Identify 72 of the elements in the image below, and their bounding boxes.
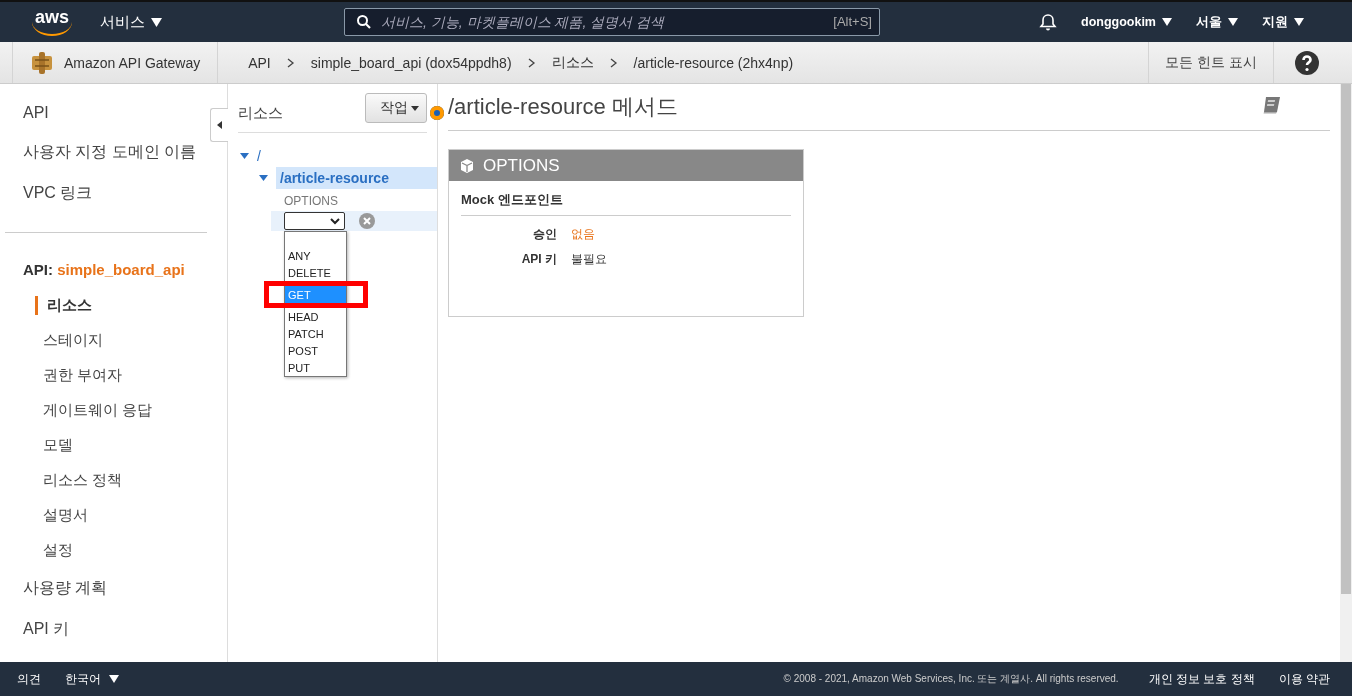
sidebar-link[interactable]: VPC 링크: [0, 173, 116, 214]
field-value: 없음: [571, 226, 595, 243]
api-gateway-icon: [30, 50, 54, 75]
card-subtitle: Mock 엔드포인트: [461, 191, 791, 216]
caret-icon: [1162, 18, 1172, 26]
sidebar-item[interactable]: 게이트웨이 응답: [0, 393, 227, 428]
region-menu[interactable]: 서울: [1196, 13, 1238, 31]
method-select[interactable]: [284, 212, 345, 230]
copyright-text: © 2008 - 2021, Amazon Web Services, Inc. 또는 계열사. All rights reserved.: [783, 672, 1119, 686]
field-label: 승인: [532, 226, 557, 243]
scrollbar[interactable]: [1340, 84, 1352, 662]
breadcrumb-link[interactable]: /article-resource (2hx4np): [633, 54, 794, 71]
cancel-icon[interactable]: [359, 213, 375, 229]
api-name-label: API: simple_board_api: [22, 260, 186, 280]
shortcut-hint: [Alt+S]: [833, 14, 872, 29]
actions-button[interactable]: 작업: [365, 93, 427, 123]
sidebar-item[interactable]: 권한 부여자: [0, 358, 227, 393]
feedback-link[interactable]: 의견: [17, 670, 41, 688]
breadcrumb-link[interactable]: simple_board_api (dox54ppdh8): [310, 54, 512, 71]
chevron-icon: [527, 57, 536, 68]
caret-icon: [217, 121, 222, 129]
sidebar-item[interactable]: 스테이지: [0, 323, 227, 358]
help-icon[interactable]: [1294, 49, 1320, 76]
expand-arrow-icon[interactable]: [240, 153, 249, 159]
resources-title: 리소스: [238, 103, 283, 123]
card-title: OPTIONS: [483, 155, 560, 176]
show-hints-button[interactable]: 모든 힌트 표시: [1148, 42, 1274, 83]
breadcrumb-link[interactable]: 리소스: [551, 53, 594, 72]
sidebar-link[interactable]: 사용량 계획: [0, 568, 131, 609]
cube-icon: [459, 157, 475, 174]
sidebar-link[interactable]: 사용자 지정 도메인 이름: [0, 132, 220, 173]
sidebar-link[interactable]: API: [0, 94, 72, 132]
aws-logo[interactable]: aws: [32, 8, 72, 36]
page-title: /article-resource 메서드: [448, 93, 678, 121]
caret-icon: [151, 17, 162, 27]
dropdown-option[interactable]: ANY: [285, 247, 346, 264]
field-label: API 키: [520, 251, 557, 268]
status-dot-icon: [430, 106, 444, 120]
chevron-icon: [609, 57, 618, 68]
dropdown-option[interactable]: HEAD: [285, 308, 346, 325]
sidebar-item[interactable]: 모델: [0, 428, 227, 463]
sidebar-item[interactable]: 리소스: [35, 296, 227, 315]
dropdown-option[interactable]: PATCH: [285, 325, 346, 342]
caret-icon: [1228, 18, 1238, 26]
field-value: 불필요: [571, 251, 607, 268]
footer-link[interactable]: 이용 약관: [1278, 670, 1330, 688]
services-menu[interactable]: 서비스: [100, 12, 162, 32]
chevron-icon: [286, 57, 295, 68]
chevron-down-icon: [330, 217, 340, 225]
dropdown-option[interactable]: POST: [285, 342, 346, 359]
method-item[interactable]: OPTIONS: [284, 189, 437, 211]
book-icon[interactable]: [1262, 96, 1282, 114]
dropdown-option[interactable]: DELETE: [285, 264, 346, 281]
account-menu[interactable]: donggookim: [1081, 15, 1172, 29]
sidebar-item[interactable]: 설명서: [0, 498, 227, 533]
aws-wordmark: aws: [35, 8, 69, 26]
sidebar-item[interactable]: 설정: [0, 533, 227, 568]
collapse-button[interactable]: [210, 108, 228, 142]
caret-icon: [1294, 18, 1304, 26]
caret-icon: [411, 105, 419, 111]
sidebar-link[interactable]: API 키: [0, 609, 93, 650]
caret-icon: [109, 675, 119, 683]
service-name[interactable]: Amazon API Gateway: [64, 54, 201, 71]
search-icon: [356, 14, 372, 30]
support-menu[interactable]: 지원: [1262, 13, 1304, 31]
bell-icon[interactable]: [1039, 13, 1057, 31]
sidebar-item[interactable]: 리소스 정책: [0, 463, 227, 498]
dropdown-option[interactable]: PUT: [285, 359, 346, 376]
language-menu[interactable]: 한국어: [65, 670, 119, 688]
breadcrumb-link[interactable]: API: [248, 54, 271, 71]
tree-node[interactable]: /: [257, 148, 261, 164]
footer-link[interactable]: 개인 정보 보호 정책: [1148, 670, 1255, 688]
